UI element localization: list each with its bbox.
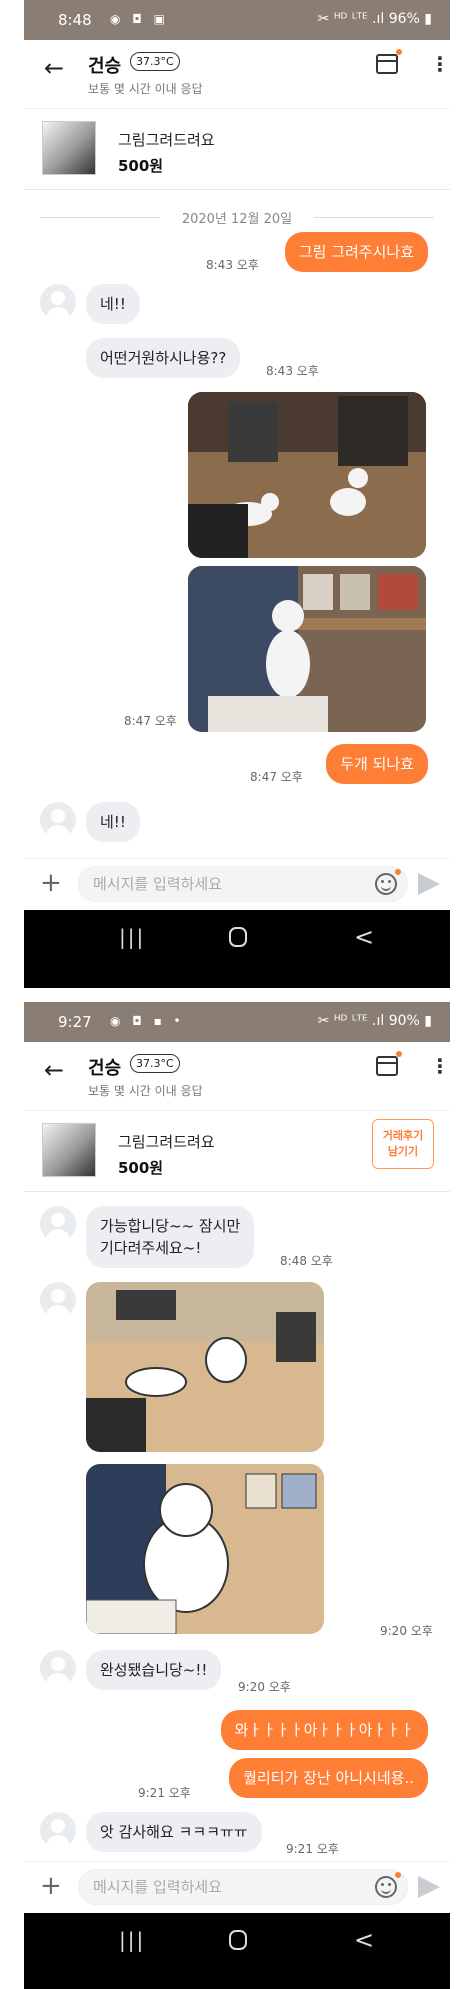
message-input[interactable] xyxy=(93,867,353,901)
calendar-icon[interactable] xyxy=(376,1051,402,1076)
cat-photo-1[interactable] xyxy=(188,392,426,558)
emoji-icon[interactable] xyxy=(375,869,401,895)
product-name: 그림그려드려요 xyxy=(118,131,215,149)
message-input-bar: + xyxy=(24,1861,450,1913)
message-time: 9:20 오후 xyxy=(238,1680,291,1694)
avatar[interactable] xyxy=(40,802,76,838)
manner-temperature-badge: 37.3°C xyxy=(130,1054,180,1073)
message-time: 8:48 오후 xyxy=(280,1254,333,1268)
status-indicators: ✂ ᴴᴰ ᴸᵀᴱ .ıl 96% ▮ xyxy=(317,11,432,27)
product-card[interactable]: 그림그려드려요 500원 xyxy=(24,108,450,190)
message-bubble-received: 완성됐습니당~!! xyxy=(86,1650,222,1690)
chat-screen-1: 8:48 ◉ ◘ ▣ ✂ ᴴᴰ ᴸᵀᴱ .ıl 96% ▮ ← 건승 37.3°… xyxy=(24,0,450,988)
message-line: 가능합니당~~ 잠시만 xyxy=(100,1217,241,1235)
system-nav-bar: ||| < xyxy=(24,1913,450,1989)
message-bubble-received: 가능합니당~~ 잠시만 기다려주세요~! xyxy=(86,1206,255,1268)
send-icon[interactable] xyxy=(418,873,440,895)
back-nav-icon[interactable]: < xyxy=(354,923,374,951)
message-bubble-sent: 퀄리티가 장난 아니시네용.. xyxy=(229,1758,428,1798)
plus-icon[interactable]: + xyxy=(40,869,62,897)
notification-dot xyxy=(396,1051,402,1057)
message-time: 9:21 오후 xyxy=(286,1842,339,1856)
message-time: 8:43 오후 xyxy=(266,364,319,378)
product-thumbnail xyxy=(42,1123,96,1177)
home-icon[interactable] xyxy=(229,927,247,947)
notification-icons: ◉ ◘ ▪ • xyxy=(110,1014,185,1028)
message-time: 8:47 오후 xyxy=(250,770,303,784)
partner-name: 건승 xyxy=(88,1058,122,1079)
review-button-line1: 거래후기 xyxy=(382,1129,424,1142)
recent-apps-icon[interactable]: ||| xyxy=(119,1928,145,1952)
message-time: 8:47 오후 xyxy=(124,714,177,728)
back-arrow-icon[interactable]: ← xyxy=(44,1056,64,1084)
partner-name: 건승 xyxy=(88,56,122,77)
avatar[interactable] xyxy=(40,1282,76,1318)
cat-drawing-1[interactable] xyxy=(86,1282,324,1452)
cat-drawing-2[interactable] xyxy=(86,1464,324,1634)
status-indicators: ✂ ᴴᴰ ᴸᵀᴱ .ıl 90% ▮ xyxy=(317,1013,432,1029)
manner-temperature-badge: 37.3°C xyxy=(130,52,180,71)
back-nav-icon[interactable]: < xyxy=(354,1926,374,1954)
chat-header: ← 건승 37.3°C 보통 몇 시간 이내 응답 ⋮ xyxy=(24,40,450,108)
message-bubble-received: 네!! xyxy=(86,284,140,324)
message-line: 기다려주세요~! xyxy=(100,1239,202,1257)
product-price: 500원 xyxy=(118,1159,164,1177)
date-divider: 2020년 12월 20일 xyxy=(24,208,450,227)
calendar-icon[interactable] xyxy=(376,49,402,74)
message-bubble-sent: 두개 되나효 xyxy=(326,744,428,784)
status-bar: 8:48 ◉ ◘ ▣ ✂ ᴴᴰ ᴸᵀᴱ .ıl 96% ▮ xyxy=(24,0,450,40)
status-time: 8:48 xyxy=(58,11,92,29)
message-list: 2020년 12월 20일 그림 그려주시나효 8:43 오후 네!! 어떤거원… xyxy=(24,190,450,858)
message-bubble-received: 네!! xyxy=(86,802,140,842)
notification-dot xyxy=(395,869,401,875)
message-time: 9:20 오후 xyxy=(380,1624,433,1638)
message-bubble-sent: 와ㅏㅏㅏㅏ아ㅏㅏㅏ아ㅏㅏㅏ xyxy=(220,1710,428,1750)
more-menu-icon[interactable]: ⋮ xyxy=(430,54,450,74)
product-thumbnail xyxy=(42,121,96,175)
avatar[interactable] xyxy=(40,284,76,320)
message-field[interactable] xyxy=(78,1869,408,1905)
cat-photo-2[interactable] xyxy=(188,566,426,732)
message-bubble-received: 앗 감사해요 ㅋㅋㅋㅠㅠ xyxy=(86,1812,262,1852)
recent-apps-icon[interactable]: ||| xyxy=(119,925,145,949)
notification-dot xyxy=(396,49,402,55)
response-time-text: 보통 몇 시간 이내 응답 xyxy=(88,82,203,96)
more-menu-icon[interactable]: ⋮ xyxy=(430,1056,450,1076)
product-card[interactable]: 그림그려드려요 500원 거래후기 남기기 xyxy=(24,1110,450,1192)
review-button-line2: 남기기 xyxy=(387,1145,419,1158)
cat-photo-1-image xyxy=(188,392,426,558)
response-time-text: 보통 몇 시간 이내 응답 xyxy=(88,1084,203,1098)
write-review-button[interactable]: 거래후기 남기기 xyxy=(372,1119,434,1169)
message-time: 9:21 오후 xyxy=(138,1786,191,1800)
message-input[interactable] xyxy=(93,1870,353,1904)
notification-dot xyxy=(395,1872,401,1878)
cat-drawing-1-image xyxy=(86,1282,324,1452)
avatar[interactable] xyxy=(40,1206,76,1242)
message-bubble-received: 어떤거원하시나용?? xyxy=(86,338,241,378)
system-nav-bar: ||| < xyxy=(24,910,450,988)
cat-photo-2-image xyxy=(188,566,426,732)
avatar[interactable] xyxy=(40,1650,76,1686)
message-list: 가능합니당~~ 잠시만 기다려주세요~! 8:48 오후 9:20 오후 완성됐… xyxy=(24,1192,450,1861)
emoji-icon[interactable] xyxy=(375,1872,401,1898)
home-icon[interactable] xyxy=(229,1930,247,1950)
product-name: 그림그려드려요 xyxy=(118,1133,215,1151)
cat-drawing-2-image xyxy=(86,1464,324,1634)
send-icon[interactable] xyxy=(418,1876,440,1898)
message-bubble-sent: 그림 그려주시나효 xyxy=(284,232,428,272)
status-time: 9:27 xyxy=(58,1013,92,1031)
chat-header: ← 건승 37.3°C 보통 몇 시간 이내 응답 ⋮ xyxy=(24,1042,450,1110)
message-time: 8:43 오후 xyxy=(206,258,259,272)
plus-icon[interactable]: + xyxy=(40,1872,62,1900)
notification-icons: ◉ ◘ ▣ xyxy=(110,12,169,26)
message-field[interactable] xyxy=(78,866,408,902)
product-price: 500원 xyxy=(118,157,164,175)
message-input-bar: + xyxy=(24,858,450,910)
chat-screen-2: 9:27 ◉ ◘ ▪ • ✂ ᴴᴰ ᴸᵀᴱ .ıl 90% ▮ ← 건승 37.… xyxy=(24,1002,450,1989)
status-bar: 9:27 ◉ ◘ ▪ • ✂ ᴴᴰ ᴸᵀᴱ .ıl 90% ▮ xyxy=(24,1002,450,1042)
avatar[interactable] xyxy=(40,1812,76,1848)
back-arrow-icon[interactable]: ← xyxy=(44,54,64,82)
